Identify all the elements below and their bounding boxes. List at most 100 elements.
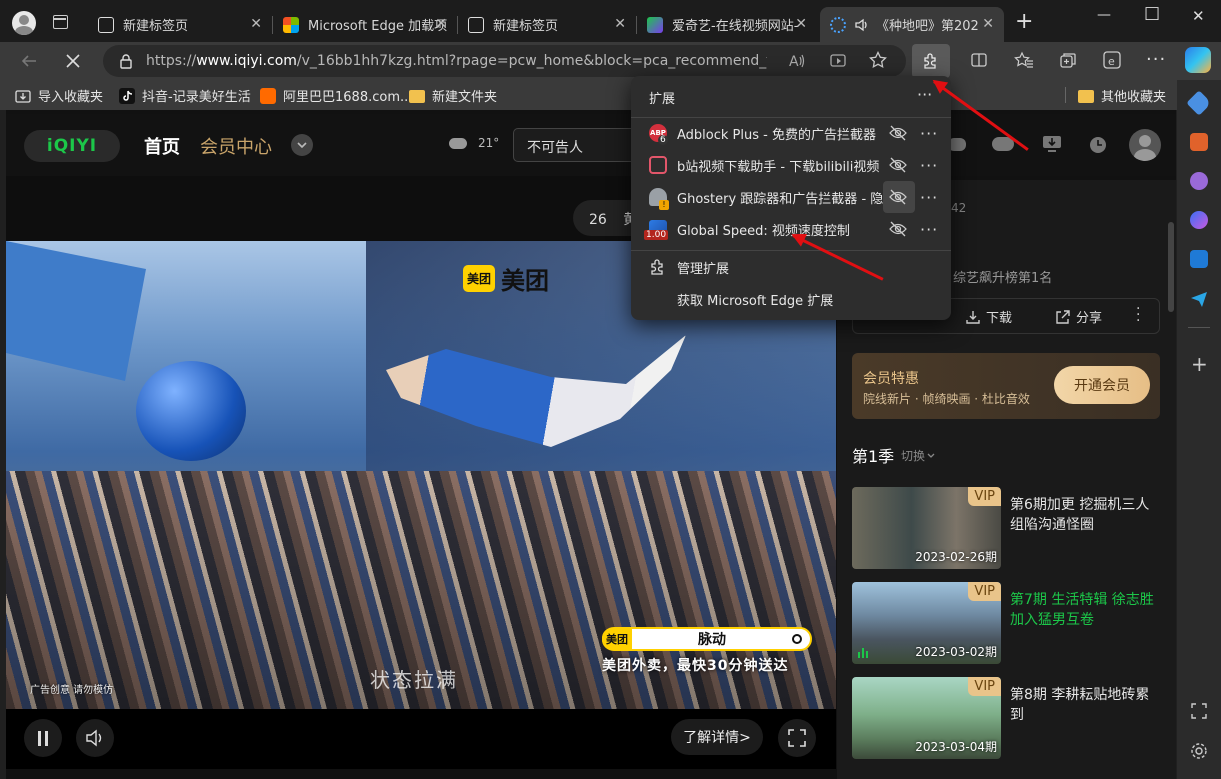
add-sidebar-app-icon[interactable]: +	[1191, 352, 1208, 376]
bookmark-import[interactable]: 导入收藏夹	[15, 86, 103, 105]
tools-briefcase-icon[interactable]	[1190, 133, 1208, 151]
history-clock-icon[interactable]	[1089, 136, 1107, 154]
meituan-logo-text: 美团	[501, 267, 550, 295]
alibaba-icon	[260, 87, 276, 104]
share-icon	[1056, 309, 1070, 324]
extension-more-icon[interactable]: ···	[920, 156, 938, 175]
pause-button[interactable]	[24, 719, 62, 757]
client-download-icon[interactable]	[1042, 135, 1062, 153]
share-label: 分享	[1076, 311, 1103, 326]
logo-text: iQIYI	[46, 136, 98, 156]
open-vip-button[interactable]: 开通会员	[1054, 366, 1150, 404]
bookmarks-bar: 导入收藏夹 抖音-记录美好生活 阿里巴巴1688.com... 新建文件夹 其他…	[0, 80, 1221, 110]
profile-avatar[interactable]	[12, 11, 36, 35]
favorite-star-icon[interactable]	[869, 51, 887, 69]
extension-ghostery[interactable]: ! Ghostery 跟踪器和广告拦截器 - 隐... ···	[631, 181, 951, 213]
season-switch[interactable]: 切换	[901, 447, 937, 464]
edge-bar-icon[interactable]: e	[1102, 50, 1122, 70]
volume-button[interactable]	[76, 719, 114, 757]
action-more-icon[interactable]: · · ·	[1136, 302, 1140, 328]
sidebar-settings-icon[interactable]	[1190, 742, 1208, 760]
popup-more-icon[interactable]: ···	[917, 85, 932, 104]
minimize-button[interactable]: —	[1097, 7, 1111, 23]
episode-item[interactable]: VIP 2023-03-04期 第8期 李耕耘贴地砖累到	[852, 677, 1160, 759]
read-aloud-icon[interactable]: A	[788, 52, 806, 70]
episode-date: 2023-02-26期	[915, 550, 997, 564]
extension-more-icon[interactable]: ···	[920, 220, 938, 239]
episode-item[interactable]: VIP 2023-02-26期 第6期加更 挖掘机三人组陷沟通怪圈	[852, 487, 1160, 569]
stop-loading-icon[interactable]	[63, 51, 83, 71]
nav-home[interactable]: 首页	[144, 133, 180, 159]
tab-actions-icon[interactable]	[53, 15, 68, 29]
iqiyi-favicon-icon	[647, 16, 663, 33]
manage-extensions[interactable]: 管理扩展	[631, 251, 951, 283]
tab-edge-addons[interactable]: Microsoft Edge 加载项 ✕	[273, 7, 457, 42]
hidden-eye-icon[interactable]	[889, 124, 907, 142]
collections-icon[interactable]	[1059, 51, 1077, 69]
close-tab-icon[interactable]: ✕	[435, 16, 447, 32]
extension-more-icon[interactable]: ···	[920, 124, 938, 143]
extension-adblock[interactable]: ABP 6 Adblock Plus - 免费的广告拦截器 ···	[631, 117, 951, 149]
address-bar[interactable]: https://www.iqiyi.com/v_16bb1hh7kzg.html…	[103, 45, 906, 77]
close-window-button[interactable]: ✕	[1192, 7, 1205, 25]
ad-search-text: 脉动	[698, 632, 726, 648]
bookmark-new-folder[interactable]: 新建文件夹	[409, 86, 497, 105]
right-scrollbar[interactable]	[1168, 222, 1174, 312]
extensions-popup: 扩展 ··· ABP 6 Adblock Plus - 免费的广告拦截器 ···…	[631, 76, 951, 320]
outlook-icon[interactable]	[1190, 250, 1208, 268]
open-vip-label: 开通会员	[1074, 378, 1130, 394]
nav-vip-center[interactable]: 会员中心	[200, 133, 272, 159]
tab-iqiyi[interactable]: 爱奇艺-在线视频网站- ✕	[637, 7, 817, 42]
speaker-icon[interactable]	[854, 17, 870, 33]
search-input[interactable]: 不可告人	[513, 128, 638, 162]
extension-more-icon[interactable]: ···	[920, 188, 938, 207]
app-available-icon[interactable]	[829, 52, 847, 70]
share-action[interactable]: 分享	[1055, 307, 1102, 326]
bookmark-other[interactable]: 其他收藏夹	[1078, 86, 1166, 105]
close-tab-icon[interactable]: ✕	[614, 16, 626, 32]
send-icon[interactable]	[1190, 290, 1208, 308]
user-avatar[interactable]	[1129, 129, 1161, 161]
get-extensions-label: 获取 Microsoft Edge 扩展	[677, 293, 834, 309]
download-action[interactable]: 下载	[965, 307, 1012, 326]
iqiyi-logo[interactable]: iQIYI	[24, 130, 120, 162]
back-icon[interactable]	[19, 51, 39, 71]
split-screen-icon[interactable]	[970, 51, 988, 69]
screenshot-icon[interactable]	[1190, 702, 1208, 720]
fullscreen-button[interactable]	[778, 719, 816, 757]
bookmark-douyin[interactable]: 抖音-记录美好生活	[119, 86, 251, 105]
tab-active-video[interactable]: 《种地吧》第202 ✕	[820, 7, 1004, 42]
hidden-eye-icon[interactable]	[889, 220, 907, 238]
lock-icon[interactable]	[119, 53, 133, 69]
new-tab-button[interactable]: +	[1015, 9, 1033, 34]
tag-icon[interactable]	[1186, 90, 1212, 116]
tab-title: 新建标签页	[123, 19, 189, 34]
close-tab-icon[interactable]: ✕	[795, 16, 807, 32]
copilot-icon[interactable]	[1185, 47, 1211, 73]
tab-newtab-2[interactable]: 新建标签页 ✕	[458, 7, 636, 42]
extensions-button[interactable]	[912, 44, 950, 78]
favorites-icon[interactable]	[1014, 51, 1034, 69]
hidden-eye-icon[interactable]	[889, 188, 907, 206]
learn-more-button[interactable]: 了解详情>	[671, 719, 763, 755]
tab-newtab-1[interactable]: 新建标签页 ✕	[88, 7, 272, 42]
tab-title: 爱奇艺-在线视频网站-	[672, 19, 799, 34]
bookmark-1688[interactable]: 阿里巴巴1688.com...	[260, 86, 412, 105]
bilibili-download-icon	[649, 156, 667, 174]
more-menu-icon[interactable]: ···	[1146, 49, 1166, 70]
episode-thumbnail: VIP 2023-02-26期	[852, 487, 1001, 569]
maximize-button[interactable]: □	[1144, 3, 1160, 23]
close-tab-icon[interactable]: ✕	[250, 16, 262, 32]
hidden-eye-icon[interactable]	[889, 156, 907, 174]
vip-promo-card[interactable]: 会员特惠 院线新片 · 帧绮映画 · 杜比音效 开通会员	[852, 353, 1160, 419]
get-extensions[interactable]: 获取 Microsoft Edge 扩展	[631, 283, 951, 315]
popup-title: 扩展	[649, 92, 676, 107]
episode-item-playing[interactable]: VIP 2023-03-02期 第7期 生活特辑 徐志胜加入猛男互卷	[852, 582, 1160, 664]
extension-bilibili[interactable]: b站视频下载助手 - 下载bilibili视频 ···	[631, 149, 951, 181]
people-icon[interactable]	[1190, 172, 1208, 190]
close-tab-icon[interactable]: ✕	[982, 16, 994, 32]
copilot-small-icon[interactable]	[1190, 211, 1208, 229]
nav-more-dropdown-icon[interactable]	[291, 134, 313, 156]
rank-badge[interactable]: 综艺飙升榜第1名	[953, 267, 1052, 286]
folder-icon	[1078, 89, 1094, 103]
